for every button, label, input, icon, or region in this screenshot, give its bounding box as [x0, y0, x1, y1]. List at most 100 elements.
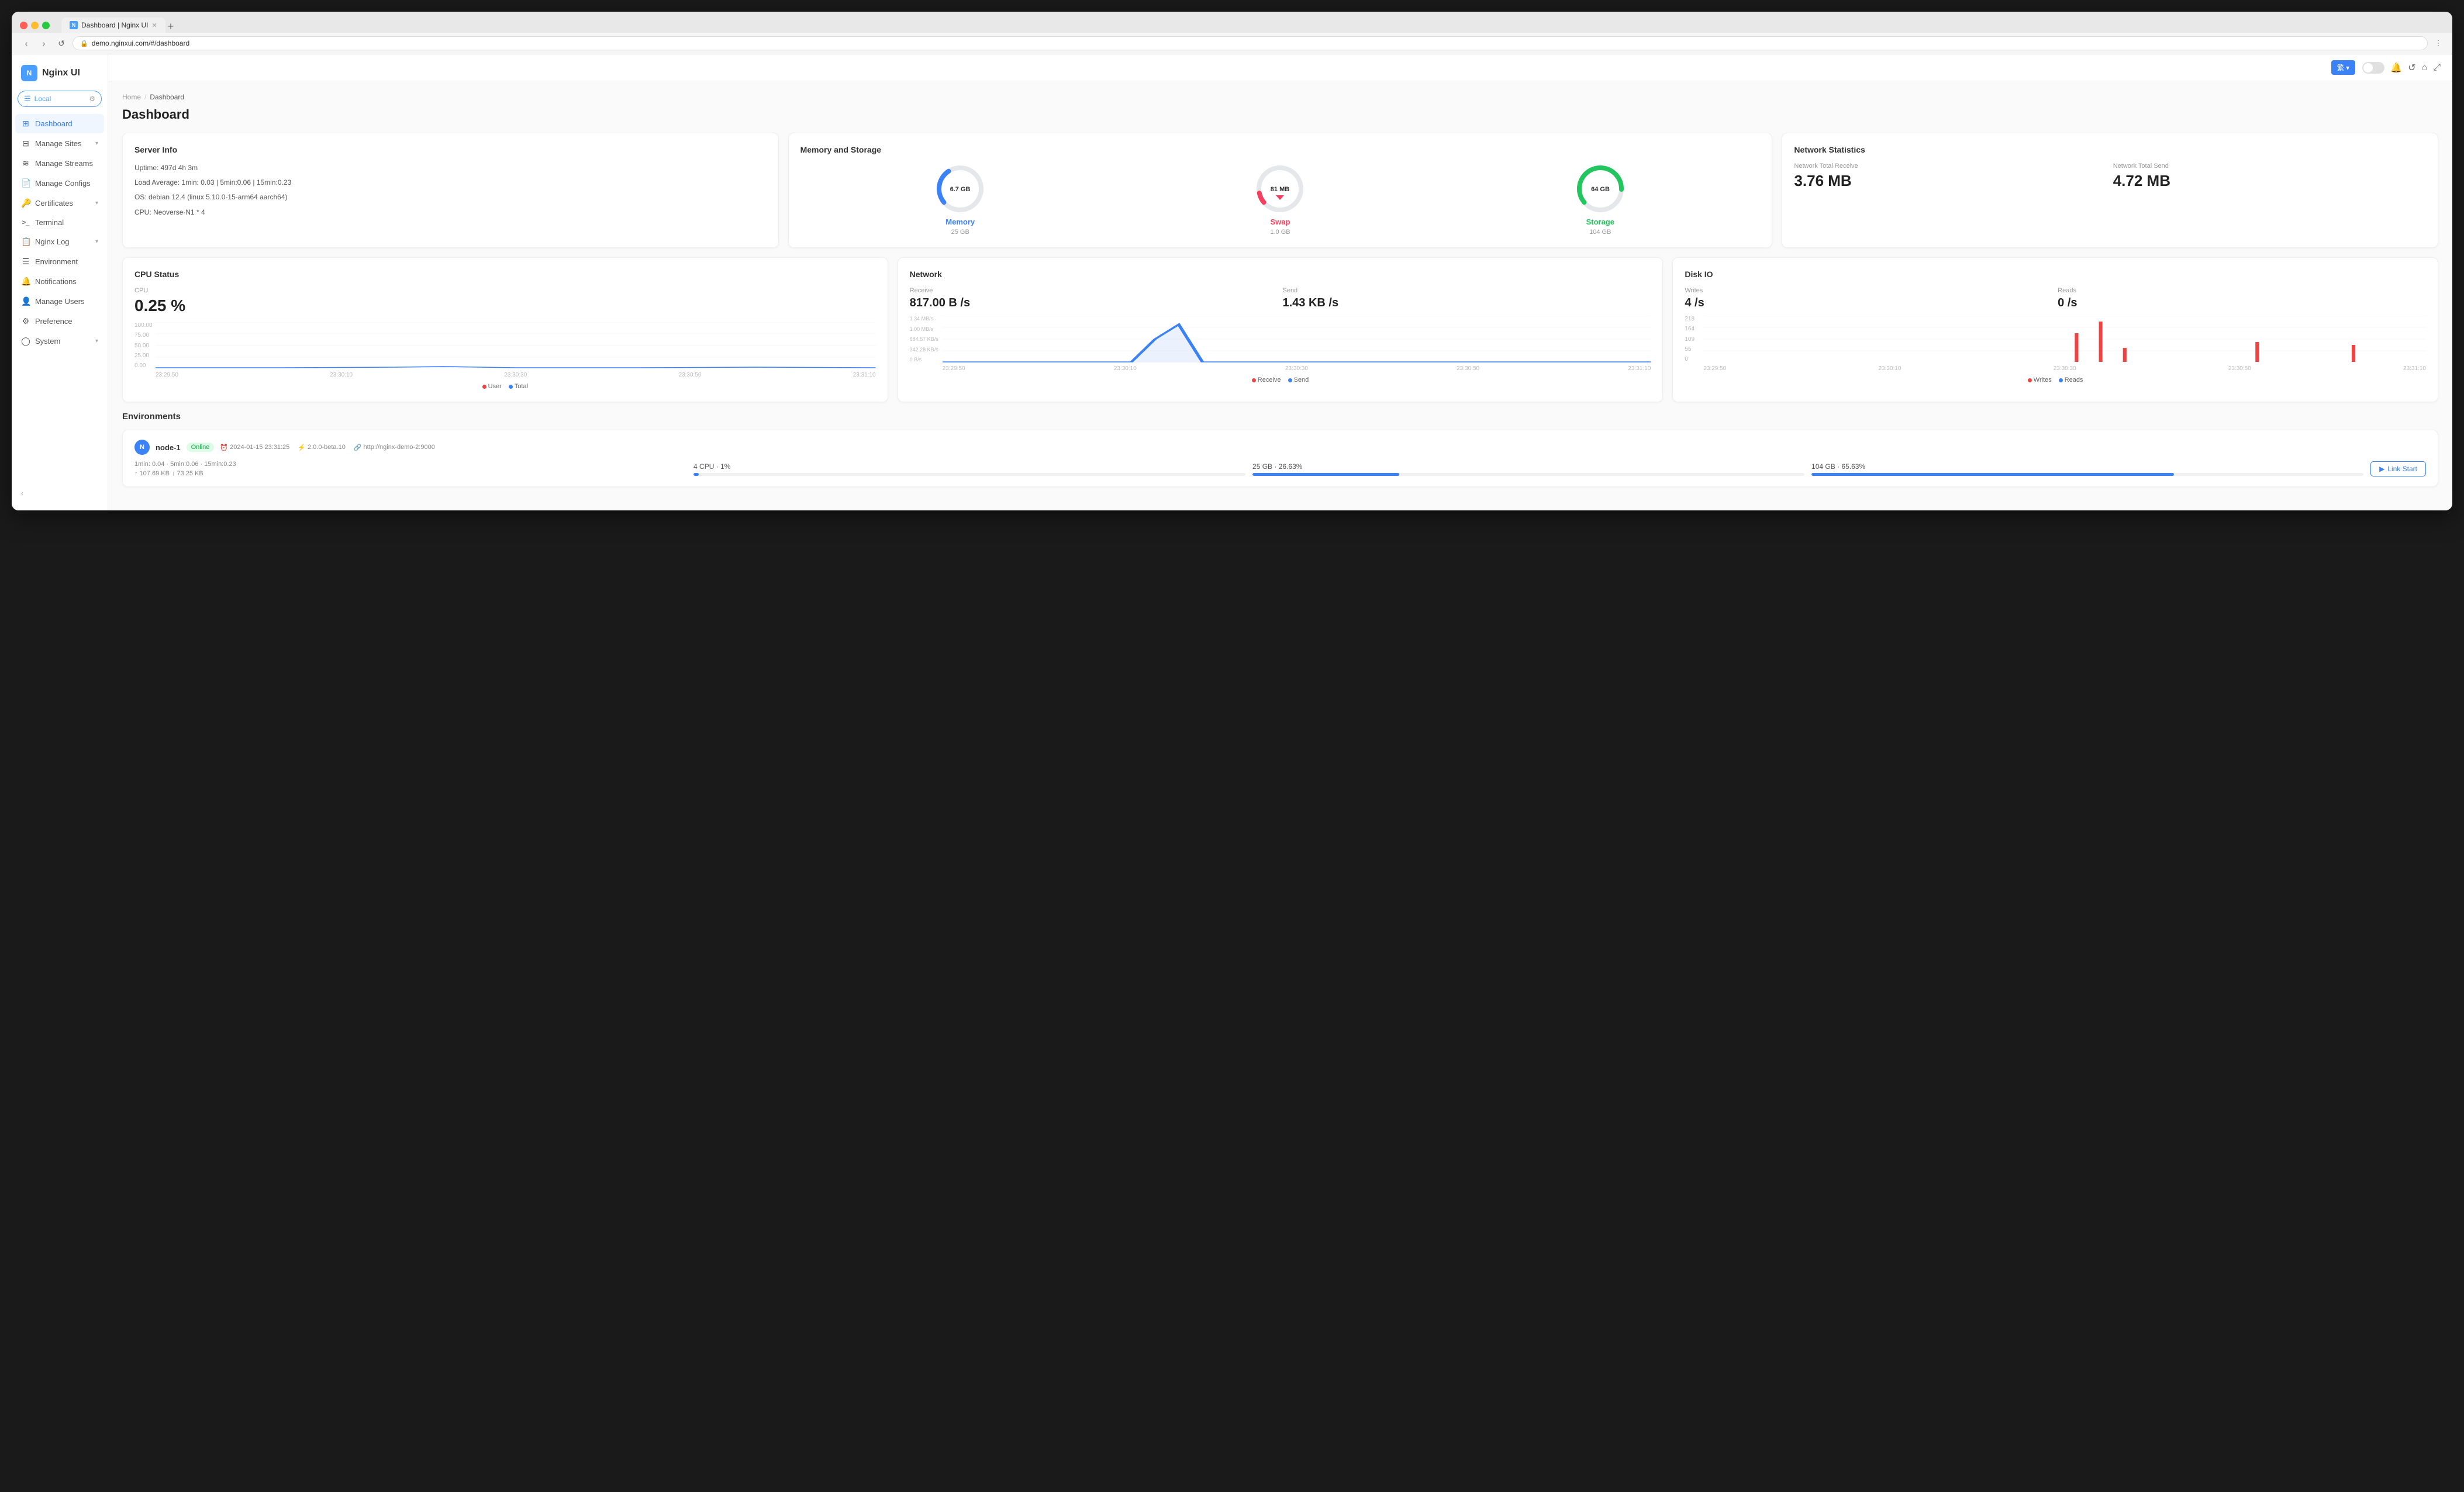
x-label: 23:30:10	[1879, 365, 1902, 372]
sidebar-item-certificates[interactable]: 🔑 Certificates ▾	[15, 194, 104, 213]
fullscreen-icon[interactable]: ⤢	[2433, 63, 2441, 73]
env-status-badge: Online	[187, 443, 215, 452]
breadcrumb-home[interactable]: Home	[122, 93, 141, 101]
env-storage-value: 104 GB · 65.63%	[1811, 462, 2363, 471]
sidebar-item-label: Environment	[35, 257, 78, 266]
legend-user: User	[482, 383, 502, 390]
notifications-icon: 🔔	[21, 277, 30, 286]
back-button[interactable]: ‹	[20, 37, 33, 50]
disk-io-card: Disk IO Writes 4 /s Reads 0 /s	[1672, 257, 2438, 402]
tab-close-button[interactable]: ✕	[152, 22, 157, 29]
total-dot	[509, 385, 513, 389]
home-icon[interactable]: ⌂	[2422, 63, 2428, 73]
sidebar-item-environment[interactable]: ☰ Environment	[15, 252, 104, 271]
send-metric: Send 1.43 KB /s	[1282, 287, 1651, 310]
network-stats-grid: Network Total Receive 3.76 MB Network To…	[1794, 163, 2426, 190]
sidebar-item-system[interactable]: ◯ System ▾	[15, 331, 104, 351]
x-label: 23:29:50	[943, 365, 965, 372]
sidebar-item-nginx-log[interactable]: 📋 Nginx Log ▾	[15, 232, 104, 251]
y-label: 342.28 KB/s	[910, 347, 938, 353]
close-button[interactable]	[20, 22, 27, 29]
notifications-bell-icon[interactable]: 🔔	[2390, 62, 2402, 74]
env-gear-icon[interactable]: ⚙	[89, 95, 95, 103]
env-meta: ⏰ 2024-01-15 23:31:25 ⚡ 2.0.0-beta.10 🔗 …	[220, 444, 434, 451]
cpu-status-title: CPU Status	[134, 270, 876, 279]
env-storage-progress-bar	[1811, 473, 2363, 476]
link-start-icon: ▶	[2379, 465, 2384, 473]
memory-total: 25 GB	[951, 229, 969, 236]
x-label: 23:31:10	[853, 372, 876, 378]
sidebar-item-dashboard[interactable]: ⊞ Dashboard	[15, 114, 104, 133]
x-label: 23:30:30	[504, 372, 527, 378]
network-x-labels: 23:29:50 23:30:10 23:30:30 23:30:50 23:3…	[943, 365, 1651, 372]
active-tab[interactable]: N Dashboard | Nginx UI ✕	[61, 18, 165, 33]
svg-text:64 GB: 64 GB	[1591, 186, 1610, 193]
sidebar-app-name: Nginx UI	[42, 68, 80, 78]
reload-button[interactable]: ↺	[55, 37, 68, 50]
sidebar-item-label: Manage Streams	[35, 159, 93, 168]
breadcrumb-current: Dashboard	[150, 93, 184, 101]
logo-icon: N	[21, 65, 37, 81]
receive-metric: Receive 817.00 B /s	[910, 287, 1278, 310]
switch-thumb	[2363, 63, 2373, 72]
storage-gauge: 64 GB Storage 104 GB	[1574, 163, 1627, 236]
env-cpu-progress-bar	[693, 473, 1245, 476]
theme-toggle[interactable]	[2362, 62, 2384, 74]
sidebar-collapse-button[interactable]: ‹	[12, 483, 108, 503]
chevron-down-icon: ▾	[95, 200, 98, 206]
disk-y-labels: 218 164 109 55 0	[1685, 316, 1695, 362]
chevron-down-icon: ▾	[95, 338, 98, 344]
sidebar-item-label: Manage Configs	[35, 179, 91, 188]
network-values: Receive 817.00 B /s Send 1.43 KB /s	[910, 287, 1651, 310]
cpu-metric-header: CPU 0.25 %	[134, 287, 876, 315]
server-os: OS: debian 12.4 (linux 5.10.0-15-arm64 a…	[134, 192, 767, 203]
sidebar-item-terminal[interactable]: >_ Terminal	[15, 213, 104, 232]
sidebar-item-label: Notifications	[35, 277, 77, 286]
sidebar-item-manage-sites[interactable]: ⊟ Manage Sites ▾	[15, 134, 104, 153]
x-label: 23:29:50	[156, 372, 178, 378]
send-label: Network Total Send	[2113, 163, 2426, 170]
browser-nav: ‹ › ↺ 🔒 demo.nginxui.com/#/dashboard ⋮	[12, 33, 2452, 54]
storage-total: 104 GB	[1589, 229, 1611, 236]
sidebar-item-label: Manage Users	[35, 297, 85, 306]
legend-receive: Receive	[1252, 377, 1281, 384]
memory-storage-card: Memory and Storage 6.7 GB Memory 2	[788, 133, 1773, 248]
sidebar-item-manage-streams[interactable]: ≋ Manage Streams	[15, 154, 104, 173]
link-start-button[interactable]: ▶ Link Start	[2370, 461, 2426, 476]
cards-row-1: Server Info Uptime: 497d 4h 3m Load Aver…	[122, 133, 2438, 248]
address-bar[interactable]: 🔒 demo.nginxui.com/#/dashboard	[73, 36, 2428, 50]
main-content: 繁 ▾ 🔔 ↺ ⌂ ⤢ Home / Dashboard	[108, 54, 2452, 510]
reads-value: 0 /s	[2058, 296, 2426, 310]
env-url: 🔗 http://nginx-demo-2:9000	[354, 444, 435, 451]
maximize-button[interactable]	[42, 22, 50, 29]
y-label: 25.00	[134, 353, 153, 359]
profile-action[interactable]: ⋮	[2432, 37, 2444, 49]
storage-gauge-svg: 64 GB	[1574, 163, 1627, 215]
refresh-icon[interactable]: ↺	[2408, 62, 2415, 74]
page-title: Dashboard	[122, 107, 2438, 122]
sidebar-item-manage-configs[interactable]: 📄 Manage Configs	[15, 174, 104, 193]
nginx-log-icon: 📋	[21, 237, 30, 247]
swap-label: Swap	[1271, 217, 1290, 226]
send-value: 4.72 MB	[2113, 172, 2426, 190]
y-label: 0 B/s	[910, 357, 938, 362]
sidebar-item-manage-users[interactable]: 👤 Manage Users	[15, 292, 104, 311]
y-label: 164	[1685, 326, 1695, 332]
language-selector[interactable]: 繁 ▾	[2331, 60, 2355, 75]
disk-legend: Writes Reads	[1685, 377, 2426, 384]
sidebar-env-selector[interactable]: ☰ Local ⚙	[18, 91, 102, 107]
environment-icon: ☰	[21, 257, 30, 267]
swap-total: 1.0 GB	[1270, 229, 1290, 236]
x-label: 23:30:50	[1457, 365, 1479, 372]
env-load-metric: 1min: 0.04 · 5min:0.06 · 15min:0.23 ↑ 10…	[134, 461, 686, 477]
sidebar-item-preference[interactable]: ⚙ Preference	[15, 312, 104, 331]
minimize-button[interactable]	[31, 22, 39, 29]
sidebar-item-notifications[interactable]: 🔔 Notifications	[15, 272, 104, 291]
forward-button[interactable]: ›	[37, 37, 50, 50]
server-cpu: CPU: Neoverse-N1 * 4	[134, 207, 767, 218]
env-memory-progress-fill	[1252, 473, 1399, 476]
new-tab-button[interactable]: +	[168, 20, 174, 33]
cpu-sublabel: CPU	[134, 287, 876, 294]
svg-text:81 MB: 81 MB	[1271, 186, 1289, 193]
network-card: Network Receive 817.00 B /s Send 1.43 KB…	[898, 257, 1664, 402]
